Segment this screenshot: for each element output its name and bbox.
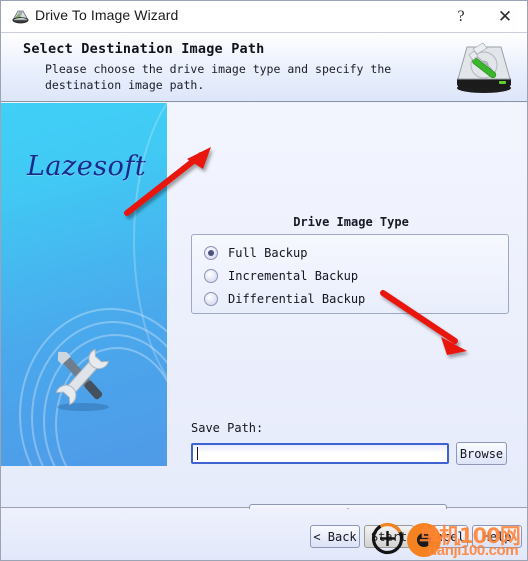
radio-label: Differential Backup [228,292,366,306]
wizard-body: Lazesoft Drive Image Type Full Backup In… [1,103,527,549]
page-subtitle: Please choose the drive image type and s… [45,62,392,92]
drive-image-icon [12,10,29,24]
start-button[interactable]: Start [364,525,414,548]
cancel-button[interactable]: Cancel [418,525,468,548]
radio-indicator-icon [204,246,218,260]
sidebar-banner: Lazesoft [1,103,167,466]
decor-swoosh [133,103,167,407]
radio-incremental-backup[interactable]: Incremental Backup [204,266,358,286]
radio-full-backup[interactable]: Full Backup [204,243,307,263]
text-caret [197,447,198,460]
save-path-label: Save Path: [191,421,264,435]
radio-indicator-icon [204,269,218,283]
save-path-input[interactable] [191,443,449,464]
group-label-drive-image-type: Drive Image Type [293,215,409,229]
browse-button[interactable]: Browse [456,442,507,465]
drive-to-image-wizard-window: Drive To Image Wizard ? ✕ Select Destina… [0,0,528,561]
back-button[interactable]: < Back [310,525,360,548]
close-icon[interactable]: ✕ [485,1,525,32]
wizard-header: Select Destination Image Path Please cho… [1,33,527,102]
radio-differential-backup[interactable]: Differential Backup [204,289,365,309]
help-button[interactable]: Help [472,525,522,548]
radio-label: Full Backup [228,246,308,260]
drive-image-type-group: Full Backup Incremental Backup Different… [191,234,509,314]
radio-label: Incremental Backup [228,269,359,283]
page-title: Select Destination Image Path [23,41,265,57]
wrench-screwdriver-icon [55,348,110,411]
hard-drive-tools-icon [457,42,511,93]
window-title: Drive To Image Wizard [35,7,179,23]
title-bar: Drive To Image Wizard ? ✕ [1,1,527,33]
brand-logo: Lazesoft [27,151,147,182]
titlebar-help-icon[interactable]: ? [441,1,481,32]
radio-indicator-icon [204,292,218,306]
